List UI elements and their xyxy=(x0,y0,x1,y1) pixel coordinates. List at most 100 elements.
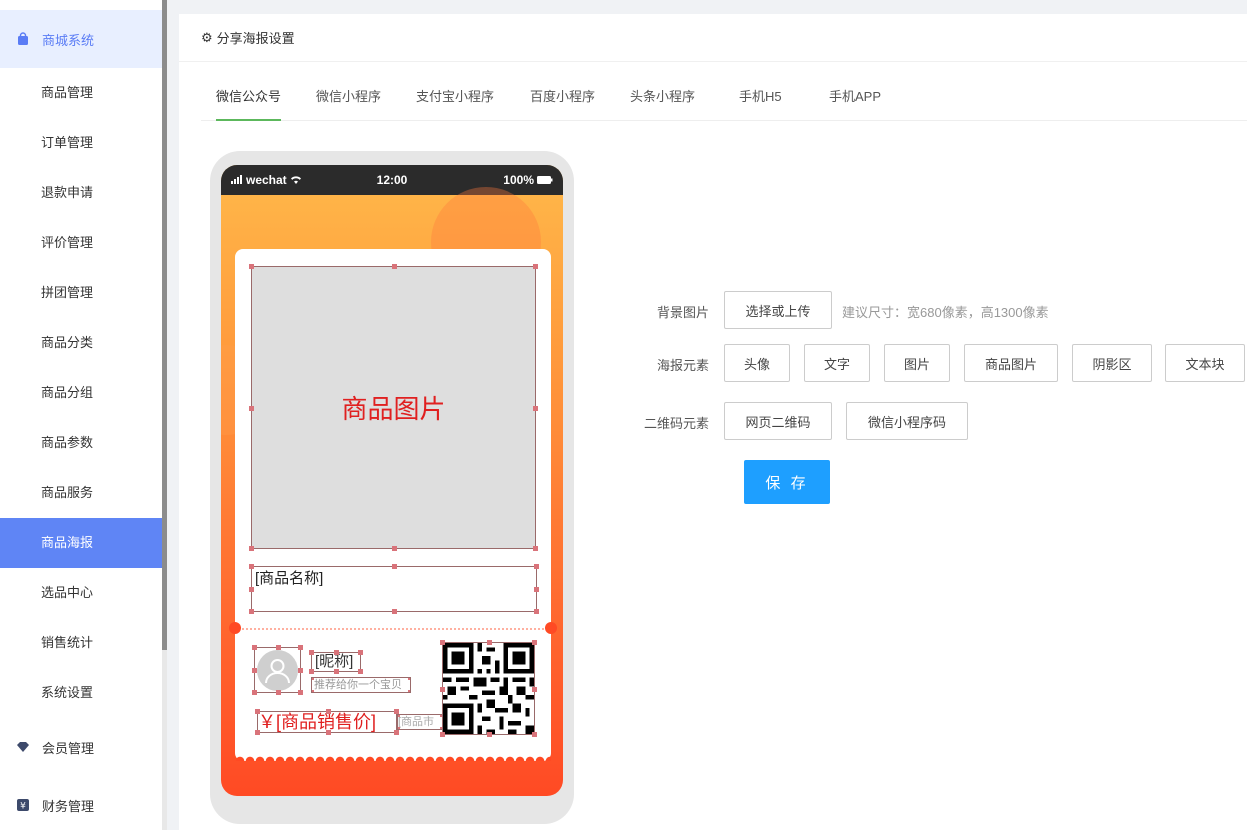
poster-product-name[interactable]: [商品名称] xyxy=(249,564,539,614)
resize-handle[interactable] xyxy=(408,678,410,680)
sidebar-item[interactable]: 商品分组 xyxy=(0,368,162,418)
sidebar-item[interactable]: 订单管理 xyxy=(0,118,162,168)
poster-sale-price[interactable]: ￥[商品销售价] xyxy=(255,709,399,735)
resize-handle[interactable] xyxy=(309,669,314,674)
add-web-qr-button[interactable]: 网页二维码 xyxy=(724,402,832,440)
upload-background-button[interactable]: 选择或上传 xyxy=(724,291,832,329)
poster-canvas: wechat 12:00 100% 商品图片 [商品名称] [昵称] 推荐给你一… xyxy=(221,165,563,796)
sidebar-item[interactable]: 商品海报 xyxy=(0,518,162,568)
battery-icon xyxy=(537,173,553,187)
sidebar-item[interactable]: 商品管理 xyxy=(0,68,162,118)
sidebar-item[interactable]: 商品分类 xyxy=(0,318,162,368)
add-text-element-button[interactable]: 文字 xyxy=(804,344,870,382)
resize-handle[interactable] xyxy=(334,650,339,655)
resize-handle[interactable] xyxy=(487,640,492,645)
resize-handle[interactable] xyxy=(440,687,445,692)
tab-mobile-app[interactable]: 手机APP xyxy=(829,86,881,121)
resize-handle[interactable] xyxy=(534,564,539,569)
resize-handle[interactable] xyxy=(255,709,260,714)
add-product-image-button[interactable]: 商品图片 xyxy=(964,344,1058,382)
tab-mobile-h5[interactable]: 手机H5 xyxy=(739,86,782,121)
product-image-label: 商品图片 xyxy=(341,394,446,424)
sidebar-group-label: 财务管理 xyxy=(42,798,95,814)
qr-elements-label: 二维码元素 xyxy=(643,416,709,431)
resize-handle[interactable] xyxy=(392,609,397,614)
resize-handle[interactable] xyxy=(534,587,539,592)
poster-settings-panel: ⚙ 分享海报设置 微信公众号 微信小程序 支付宝小程序 百度小程序 头条小程序 … xyxy=(179,14,1247,830)
resize-handle[interactable] xyxy=(440,732,445,737)
poster-avatar[interactable] xyxy=(252,645,303,695)
poster-qr-code[interactable] xyxy=(440,640,537,737)
resize-handle[interactable] xyxy=(392,264,397,269)
perforation-line xyxy=(235,628,551,630)
resize-handle[interactable] xyxy=(358,650,363,655)
resize-handle[interactable] xyxy=(408,690,410,692)
tab-baidu-miniprogram[interactable]: 百度小程序 xyxy=(530,86,595,121)
resize-handle[interactable] xyxy=(392,546,397,551)
resize-handle[interactable] xyxy=(252,645,257,650)
resize-handle[interactable] xyxy=(533,546,538,551)
resize-handle[interactable] xyxy=(249,546,254,551)
poster-recommend-text[interactable]: 推荐给你一个宝贝 xyxy=(311,677,411,693)
resize-handle[interactable] xyxy=(334,669,339,674)
resize-handle[interactable] xyxy=(249,609,254,614)
resize-handle[interactable] xyxy=(532,687,537,692)
resize-handle[interactable] xyxy=(312,690,314,692)
resize-handle[interactable] xyxy=(358,669,363,674)
sidebar-item[interactable]: 商品服务 xyxy=(0,468,162,518)
resize-handle[interactable] xyxy=(394,730,399,735)
resize-handle[interactable] xyxy=(326,730,331,735)
resize-handle[interactable] xyxy=(276,645,281,650)
resize-handle[interactable] xyxy=(532,732,537,737)
sidebar-item[interactable]: 销售统计 xyxy=(0,618,162,668)
resize-handle[interactable] xyxy=(312,678,314,680)
resize-handle[interactable] xyxy=(398,715,400,717)
resize-handle[interactable] xyxy=(392,564,397,569)
sidebar-item[interactable]: 评价管理 xyxy=(0,218,162,268)
resize-handle[interactable] xyxy=(398,727,400,729)
tab-wechat-official[interactable]: 微信公众号 xyxy=(216,86,282,121)
add-miniprogram-code-button[interactable]: 微信小程序码 xyxy=(846,402,968,440)
resize-handle[interactable] xyxy=(249,587,254,592)
save-button[interactable]: 保 存 xyxy=(744,460,830,504)
add-text-block-button[interactable]: 文本块 xyxy=(1165,344,1245,382)
sidebar-scrollbar[interactable] xyxy=(162,0,167,650)
resize-handle[interactable] xyxy=(276,690,281,695)
resize-handle[interactable] xyxy=(249,406,254,411)
tab-alipay-miniprogram[interactable]: 支付宝小程序 xyxy=(416,86,494,121)
sidebar-item[interactable]: 退款申请 xyxy=(0,168,162,218)
resize-handle[interactable] xyxy=(440,640,445,645)
sidebar-item[interactable]: 选品中心 xyxy=(0,568,162,618)
add-shadow-area-button[interactable]: 阴影区 xyxy=(1072,344,1152,382)
tab-toutiao-miniprogram[interactable]: 头条小程序 xyxy=(630,86,695,121)
resize-handle[interactable] xyxy=(326,709,331,714)
sidebar-group-member[interactable]: 会员管理 xyxy=(0,718,162,776)
sidebar-group-mall[interactable]: 商城系统 xyxy=(0,10,162,68)
tab-wechat-miniprogram[interactable]: 微信小程序 xyxy=(316,86,381,121)
add-image-element-button[interactable]: 图片 xyxy=(884,344,950,382)
resize-handle[interactable] xyxy=(252,668,257,673)
resize-handle[interactable] xyxy=(255,730,260,735)
resize-handle[interactable] xyxy=(487,732,492,737)
sidebar-group-label: 商城系统 xyxy=(42,32,95,48)
poster-market-price[interactable]: [商品市 xyxy=(397,714,443,730)
resize-handle[interactable] xyxy=(298,668,303,673)
sidebar-item[interactable]: 系统设置 xyxy=(0,668,162,718)
carrier-label: wechat xyxy=(246,173,287,187)
resize-handle[interactable] xyxy=(252,690,257,695)
sidebar-group-finance[interactable]: ¥ 财务管理 xyxy=(0,776,162,830)
sidebar-item[interactable]: 商品参数 xyxy=(0,418,162,468)
add-avatar-element-button[interactable]: 头像 xyxy=(724,344,790,382)
resize-handle[interactable] xyxy=(533,406,538,411)
resize-handle[interactable] xyxy=(532,640,537,645)
poster-nickname[interactable]: [昵称] xyxy=(309,650,363,674)
resize-handle[interactable] xyxy=(249,264,254,269)
resize-handle[interactable] xyxy=(249,564,254,569)
resize-handle[interactable] xyxy=(298,690,303,695)
resize-handle[interactable] xyxy=(309,650,314,655)
poster-product-image[interactable]: 商品图片 xyxy=(249,264,538,551)
resize-handle[interactable] xyxy=(298,645,303,650)
resize-handle[interactable] xyxy=(534,609,539,614)
sidebar-item[interactable]: 拼团管理 xyxy=(0,268,162,318)
resize-handle[interactable] xyxy=(533,264,538,269)
